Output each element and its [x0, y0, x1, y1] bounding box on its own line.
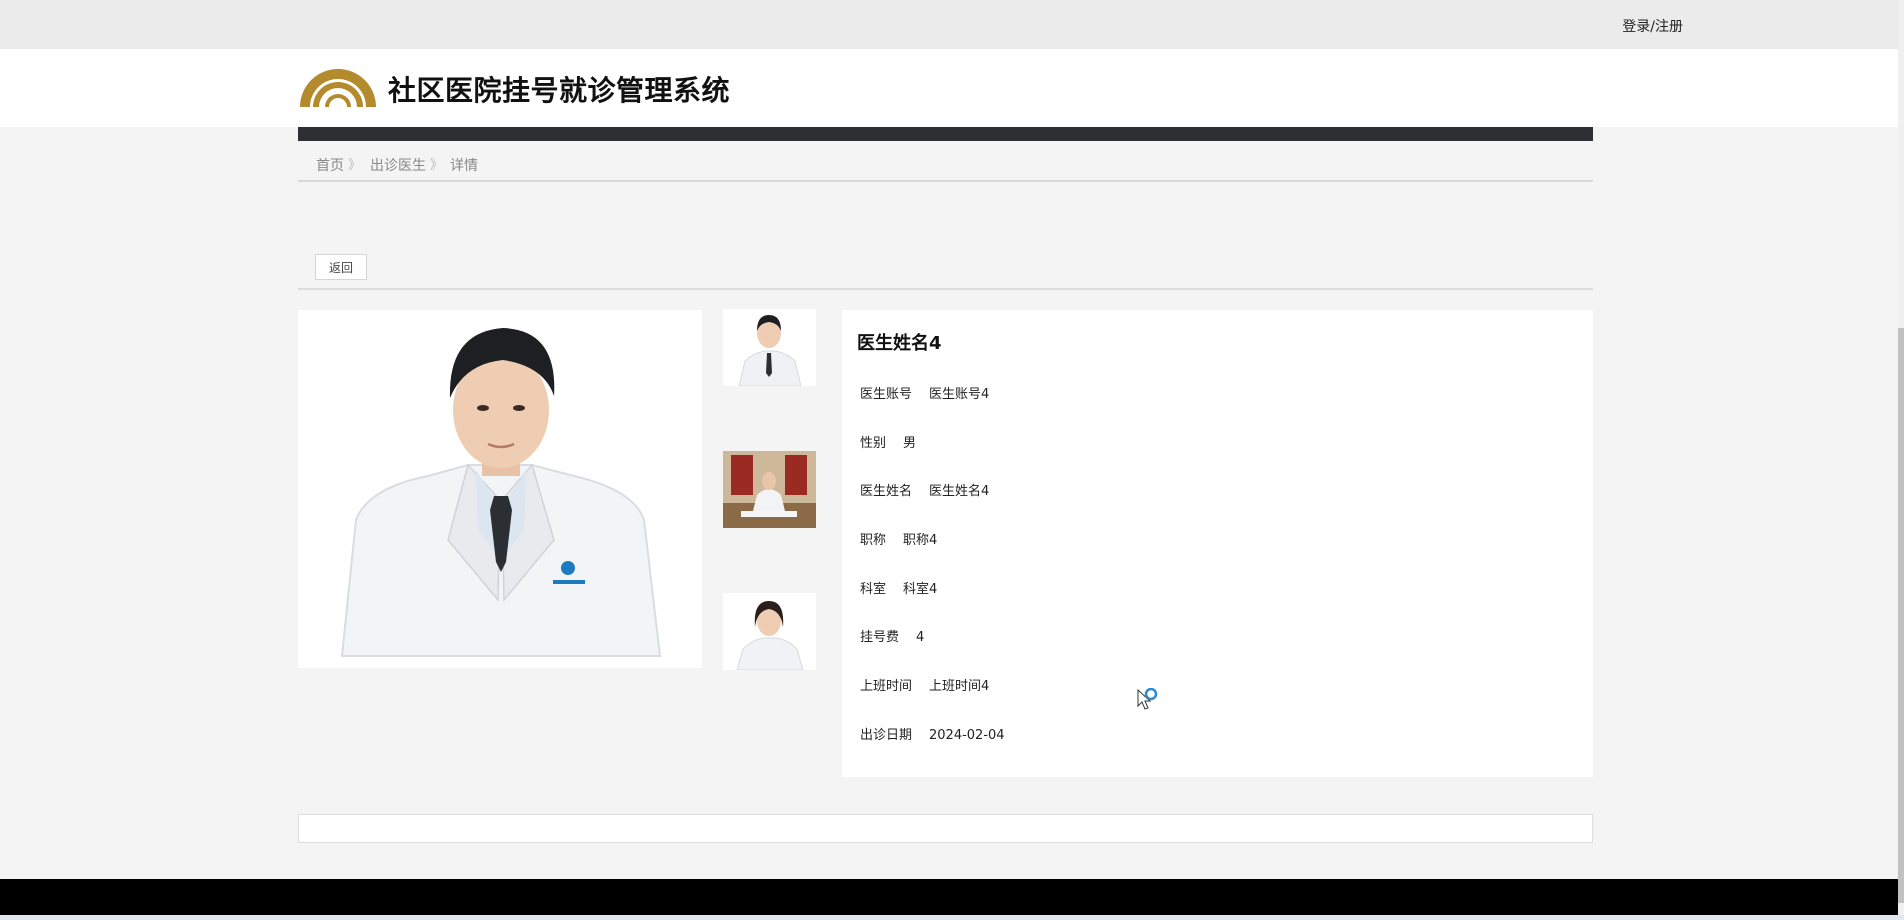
info-row-gender: 性别 男: [860, 432, 916, 451]
doctor-thumbnail-1[interactable]: [723, 309, 816, 386]
field-label: 医生姓名: [860, 484, 913, 499]
doctor-info-panel: 医生姓名4 医生账号 医生账号4 性别男 医生姓名 医生姓名4 职称 职称4 科室 科室…: [842, 310, 1593, 777]
hospital-logo: [300, 69, 376, 107]
field-label: 医生账号: [860, 387, 913, 402]
info-row-title: 职称 职称4: [860, 529, 937, 548]
busy-cursor-icon: [1137, 688, 1158, 710]
field-value: 2024-02-04: [929, 728, 1005, 743]
info-row-work-hours: 上班时间 上班时间4: [860, 675, 989, 694]
breadcrumb-detail: 详情: [450, 158, 478, 174]
field-value: 职称4: [903, 533, 938, 548]
doctor-thumbnail-2[interactable]: [723, 451, 816, 528]
field-value: 医生姓名4: [929, 484, 990, 499]
field-value: 4: [916, 630, 925, 645]
field-value: 医生账号4: [929, 387, 990, 402]
site-title: 社区医院挂号就诊管理系统: [388, 74, 731, 107]
field-label: 挂号费: [860, 630, 900, 645]
login-register-link[interactable]: 登录/注册: [1622, 16, 1683, 36]
breadcrumb-doctors[interactable]: 出诊医生: [370, 155, 426, 175]
nav-bar: [298, 127, 1593, 141]
breadcrumb-home[interactable]: 首页: [316, 155, 344, 175]
breadcrumb-separator-icon: 》: [430, 158, 444, 173]
footer-box: [298, 814, 1593, 843]
field-value: 科室4: [903, 582, 938, 597]
breadcrumb-separator-icon: 》: [348, 158, 362, 173]
field-label: 上班时间: [860, 679, 913, 694]
site-header: 社区医院挂号就诊管理系统: [0, 49, 1898, 127]
back-button[interactable]: 返回: [315, 254, 367, 280]
field-value: 男: [903, 436, 917, 451]
top-bar: 登录/注册: [0, 0, 1898, 49]
field-value: 上班时间4: [929, 679, 990, 694]
field-label: 科室: [860, 582, 887, 597]
doctor-name-heading: 医生姓名4: [857, 333, 942, 354]
breadcrumb: 首页 》 出诊医生 》 详情: [298, 141, 1593, 182]
info-row-department: 科室 科室4: [860, 578, 937, 597]
doctor-thumbnail-3[interactable]: [723, 593, 816, 670]
field-label: 出诊日期: [860, 728, 913, 743]
info-row-name: 医生姓名 医生姓名4: [860, 480, 989, 499]
field-label: 职称: [860, 533, 887, 548]
divider: [298, 288, 1593, 290]
info-row-visit-date: 出诊日期 2024-02-04: [860, 724, 1005, 743]
window-bottom-edge: [0, 915, 1904, 920]
info-row-account: 医生账号 医生账号4: [860, 383, 989, 402]
info-row-fee: 挂号费 4: [860, 626, 924, 645]
field-label: 性别: [860, 436, 887, 451]
footer-bar: [0, 879, 1898, 915]
scrollbar-thumb[interactable]: [1898, 328, 1904, 903]
doctor-main-photo: [298, 310, 702, 668]
